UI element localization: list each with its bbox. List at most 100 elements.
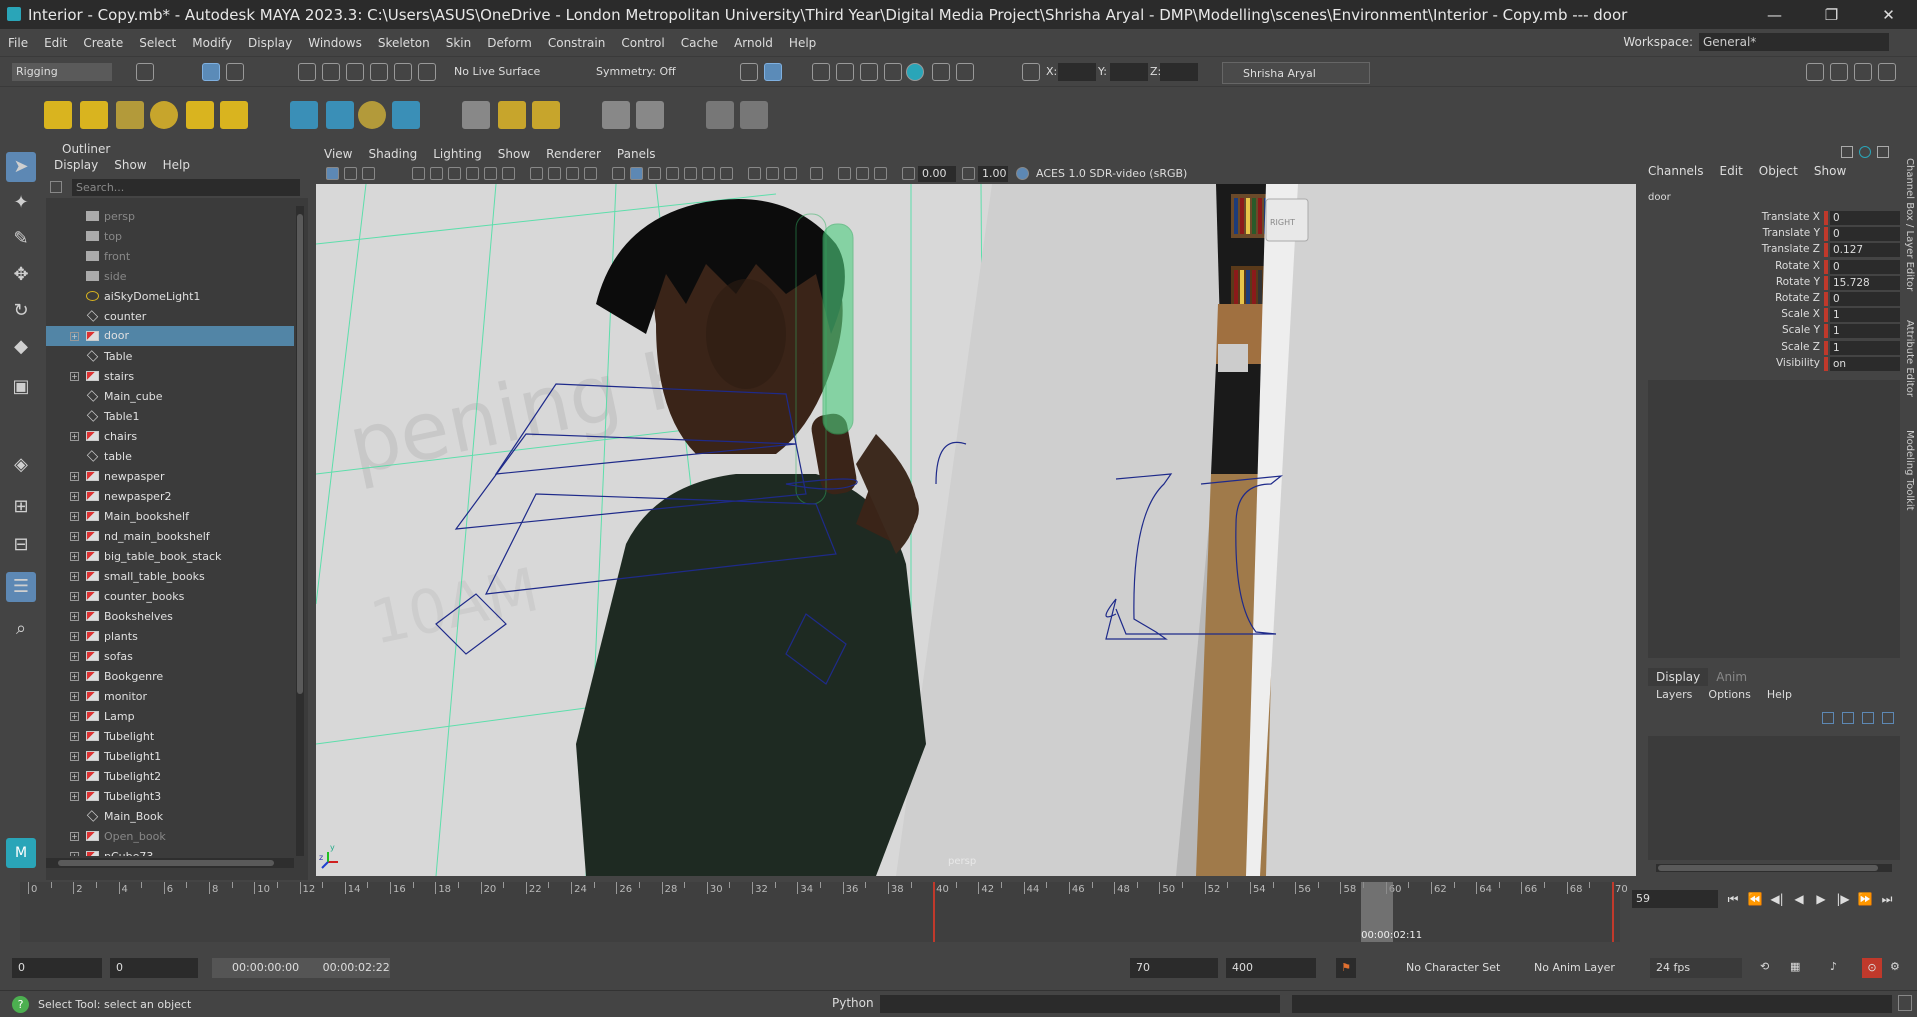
render-region-icon[interactable] <box>836 63 854 81</box>
maya-home-icon[interactable]: M <box>6 838 36 868</box>
channel-row[interactable]: Translate X 0 <box>1640 210 1900 226</box>
paint-select-tool-icon[interactable]: ✎ <box>6 224 36 254</box>
channel-menu-channels[interactable]: Channels <box>1640 164 1712 178</box>
select-tool-icon[interactable]: ➤ <box>6 152 36 182</box>
anim-preferences-icon[interactable]: ⚙ <box>1890 960 1900 973</box>
character-set-dropdown[interactable]: No Character Set <box>1400 958 1512 978</box>
xray-icon[interactable] <box>838 167 851 180</box>
viewport-menu-show[interactable]: Show <box>490 147 538 161</box>
attribute-editor-icon[interactable] <box>1830 63 1848 81</box>
menu-help[interactable]: Help <box>781 36 824 50</box>
user-account-dropdown[interactable]: Shrisha Aryal <box>1222 62 1370 84</box>
ambient-occlusion-icon[interactable] <box>748 167 761 180</box>
outliner-search-input[interactable]: Search... <box>72 178 300 196</box>
expand-icon[interactable]: + <box>70 831 79 841</box>
expand-icon[interactable]: + <box>70 671 79 681</box>
cache-playback-icon[interactable]: ▦ <box>1790 960 1800 973</box>
viewport-menu-shading[interactable]: Shading <box>360 147 425 161</box>
expand-icon[interactable]: + <box>70 371 79 381</box>
step-back-frame-icon[interactable]: ◀| <box>1766 892 1788 907</box>
ik-handle-icon[interactable] <box>116 101 144 129</box>
menu-skeleton[interactable]: Skeleton <box>370 36 438 50</box>
outliner-item-newpasper2[interactable]: + newpasper2 <box>46 486 294 506</box>
isolate-select-icon[interactable] <box>810 167 823 180</box>
current-frame-field[interactable]: 59 <box>1632 890 1718 908</box>
channel-row[interactable]: Scale X 1 <box>1640 307 1900 323</box>
color-management-icon[interactable] <box>1016 167 1029 180</box>
viewport-menu-renderer[interactable]: Renderer <box>538 147 609 161</box>
tab-display-layers[interactable]: Display <box>1648 668 1709 686</box>
channel-label[interactable]: Scale Z <box>1781 341 1820 353</box>
play-backwards-icon[interactable]: ◀ <box>1788 892 1810 907</box>
menu-display[interactable]: Display <box>240 36 300 50</box>
ipr-render-icon[interactable] <box>860 63 878 81</box>
go-to-start-icon[interactable]: ⏮ <box>1722 892 1744 907</box>
smooth-bind-icon[interactable] <box>358 101 386 129</box>
history-icon[interactable] <box>740 63 758 81</box>
new-layer-from-selected-icon[interactable] <box>1882 712 1894 724</box>
time-ruler[interactable]: 0 2 4 6 8 10 12 14 16 18 20 22 24 26 28 30 32 34 36 38 40 42 4… <box>20 882 1628 942</box>
new-layer-icon[interactable] <box>1862 712 1874 724</box>
render-settings-icon[interactable] <box>884 63 902 81</box>
scene-start-field[interactable]: 0 <box>12 958 102 978</box>
expand-icon[interactable]: + <box>70 731 79 741</box>
colorspace-dropdown[interactable]: ACES 1.0 SDR-video (sRGB) <box>1032 166 1216 182</box>
outliner-vertical-scrollbar[interactable] <box>296 206 304 856</box>
outliner-item-counter_books[interactable]: + counter_books <box>46 586 294 606</box>
outliner-menu-help[interactable]: Help <box>155 158 198 176</box>
single-perspective-layout-icon[interactable]: ◈ <box>6 450 36 480</box>
shadows-icon[interactable] <box>720 167 733 180</box>
tool-settings-icon[interactable] <box>1854 63 1872 81</box>
menu-deform[interactable]: Deform <box>479 36 540 50</box>
auto-key-icon[interactable]: ⚑ <box>1336 958 1356 978</box>
lattice-icon[interactable] <box>220 101 248 129</box>
bind-skin-icon[interactable] <box>290 101 318 129</box>
expand-icon[interactable]: + <box>70 551 79 561</box>
camera-attributes-icon[interactable] <box>344 167 357 180</box>
insert-joint-icon[interactable] <box>80 101 108 129</box>
menuset-dropdown[interactable]: Rigging <box>12 63 112 81</box>
select-object-icon[interactable] <box>226 63 244 81</box>
select-hierarchy-icon[interactable] <box>202 63 220 81</box>
menu-constrain[interactable]: Constrain <box>540 36 614 50</box>
menu-control[interactable]: Control <box>613 36 672 50</box>
channel-label[interactable]: Visibility <box>1776 357 1820 369</box>
wireframe-on-shaded-icon[interactable] <box>666 167 679 180</box>
channel-row[interactable]: Scale Z 1 <box>1640 340 1900 356</box>
outliner-layout-icon[interactable]: ☰ <box>6 572 36 602</box>
channel-value-field[interactable]: 0 <box>1830 292 1900 306</box>
step-forward-key-icon[interactable]: ⏩ <box>1854 892 1876 907</box>
outliner-item-newpasper[interactable]: + newpasper <box>46 466 294 486</box>
lasso-tool-icon[interactable]: ✦ <box>6 188 36 218</box>
anim-start-field[interactable]: 0 <box>110 958 198 978</box>
modeling-toolkit-icon[interactable] <box>1806 63 1824 81</box>
outliner-horizontal-scrollbar[interactable] <box>46 858 294 868</box>
step-back-key-icon[interactable]: ⏪ <box>1744 892 1766 907</box>
outliner-item-chairs[interactable]: + chairs <box>46 426 294 446</box>
outliner-item-nd_main_bookshelf[interactable]: + nd_main_bookshelf <box>46 526 294 546</box>
anim-layer-dropdown[interactable]: No Anim Layer <box>1528 958 1630 978</box>
viewport-menu-lighting[interactable]: Lighting <box>425 147 490 161</box>
arnold-render-icon[interactable] <box>932 63 950 81</box>
time-slider[interactable]: 0 2 4 6 8 10 12 14 16 18 20 22 24 26 28 30 32 34 36 38 40 42 4… <box>0 880 1917 948</box>
motion-blur-icon[interactable] <box>766 167 779 180</box>
y-field[interactable] <box>1110 63 1148 81</box>
channel-label[interactable]: Rotate Z <box>1775 292 1820 304</box>
minimize-button[interactable]: — <box>1746 6 1803 24</box>
channel-row[interactable]: Translate Y 0 <box>1640 226 1900 242</box>
outliner-item-table[interactable]: table <box>46 446 294 466</box>
step-forward-frame-icon[interactable]: |▶ <box>1832 892 1854 907</box>
snap-grid-icon[interactable] <box>298 63 316 81</box>
scene-end-field[interactable]: 400 <box>1226 958 1316 978</box>
outliner-item-Tubelight[interactable]: + Tubelight <box>46 726 294 746</box>
gamma-icon[interactable] <box>962 167 975 180</box>
channel-menu-show[interactable]: Show <box>1806 164 1854 178</box>
viewport-menu-panels[interactable]: Panels <box>609 147 664 161</box>
channel-row[interactable]: Rotate Z 0 <box>1640 291 1900 307</box>
channel-box-tool-icon[interactable] <box>1841 146 1853 158</box>
menu-skin[interactable]: Skin <box>438 36 480 50</box>
outliner-item-plants[interactable]: + plants <box>46 626 294 646</box>
playblast-icon[interactable] <box>706 101 734 129</box>
channel-label[interactable]: Scale X <box>1781 308 1820 320</box>
outliner-item-Main_Book[interactable]: Main_Book <box>46 806 294 826</box>
